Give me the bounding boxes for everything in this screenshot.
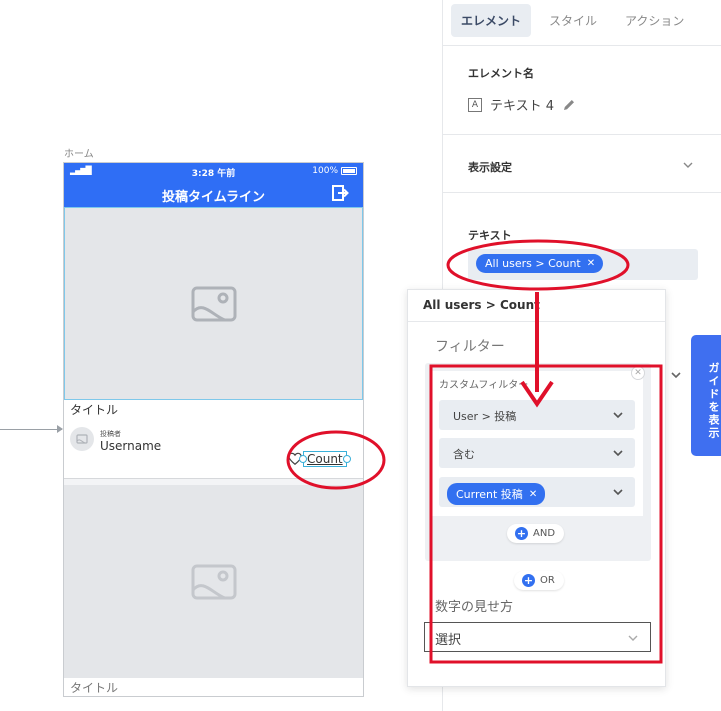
- tab-element[interactable]: エレメント: [451, 4, 532, 37]
- plus-icon: +: [515, 527, 528, 540]
- avatar: [70, 427, 94, 451]
- image-placeholder-icon: [76, 434, 88, 444]
- post-title: タイトル: [70, 403, 119, 417]
- count-text-selected[interactable]: Count: [299, 451, 351, 467]
- post-image[interactable]: [64, 485, 363, 678]
- image-placeholder-icon: [191, 286, 236, 321]
- chevron-down-icon[interactable]: [671, 370, 681, 380]
- filter-operator-dropdown[interactable]: 含む: [439, 438, 635, 468]
- post-image[interactable]: [64, 207, 363, 400]
- close-icon[interactable]: ✕: [587, 258, 595, 269]
- tab-action[interactable]: アクション: [615, 4, 694, 37]
- poster-label: 投稿者: [100, 430, 121, 438]
- connector-arrow: [0, 425, 63, 433]
- poster-name: Username: [100, 439, 162, 453]
- number-format-label: 数字の見せ方: [435, 600, 514, 615]
- close-icon[interactable]: ✕: [529, 489, 537, 500]
- poster-row: 投稿者 Username: [70, 427, 161, 453]
- data-source-popup: All users > Count フィルター カスタムフィルター ✕ User…: [407, 289, 666, 687]
- show-guide-button[interactable]: ガイドを表示: [691, 335, 721, 456]
- plus-icon: +: [522, 574, 535, 587]
- pencil-icon[interactable]: [562, 98, 576, 112]
- like-row: Count: [288, 451, 351, 467]
- tab-style[interactable]: スタイル: [539, 4, 607, 37]
- divider: [443, 45, 721, 46]
- close-icon[interactable]: ✕: [631, 366, 645, 380]
- add-or-button[interactable]: + OR: [514, 571, 564, 590]
- filter-value-field[interactable]: Current 投稿 ✕: [439, 477, 635, 507]
- or-label: OR: [540, 575, 555, 586]
- nav-title: 投稿タイムライン: [161, 190, 266, 205]
- dropdown-value: User > 投稿: [453, 410, 517, 423]
- custom-filter-label: カスタムフィルター: [439, 380, 529, 391]
- resize-handle-left[interactable]: [299, 455, 307, 463]
- phone-screen[interactable]: ▂▄▆█ 3:28 午前 100% 投稿タイムライン タイトル 投稿者 User…: [63, 162, 364, 697]
- chevron-down-icon: [613, 412, 623, 419]
- chip-label: All users > Count: [485, 257, 581, 270]
- number-format-select[interactable]: 選択: [424, 622, 651, 652]
- element-name-label: エレメント名: [468, 67, 534, 80]
- battery-icon: [341, 167, 357, 175]
- text-data-chip[interactable]: All users > Count ✕: [476, 254, 604, 273]
- divider: [408, 321, 665, 322]
- battery-percent: 100%: [312, 166, 338, 176]
- popup-title: All users > Count: [423, 298, 540, 312]
- count-text: Count: [307, 452, 343, 466]
- logout-icon[interactable]: [331, 184, 349, 202]
- editor-canvas[interactable]: ホーム ▂▄▆█ 3:28 午前 100% 投稿タイムライン タイトル 投稿者 …: [0, 0, 442, 711]
- value-chip[interactable]: Current 投稿 ✕: [447, 483, 546, 505]
- nav-bar: 投稿タイムライン: [64, 180, 363, 207]
- divider: [443, 134, 721, 135]
- screen-label: ホーム: [64, 149, 94, 160]
- chip-label: Current 投稿: [456, 488, 523, 501]
- text-content-field[interactable]: All users > Count ✕: [468, 249, 698, 280]
- element-name: テキスト 4: [490, 99, 555, 114]
- chevron-down-icon: [628, 635, 638, 641]
- panel-tabs: エレメント スタイル アクション: [451, 4, 694, 37]
- chevron-down-icon: [613, 489, 623, 496]
- filter-field-dropdown[interactable]: User > 投稿: [439, 400, 635, 430]
- add-and-button[interactable]: + AND: [507, 524, 565, 543]
- select-value: 選択: [435, 633, 462, 648]
- filter-label: フィルター: [435, 339, 505, 355]
- battery-status: 100%: [312, 166, 357, 176]
- chevron-down-icon[interactable]: [683, 160, 693, 170]
- post-card[interactable]: タイトル 投稿者 Username Count: [64, 207, 363, 479]
- dropdown-value: 含む: [453, 448, 475, 461]
- element-name-row[interactable]: A テキスト 4: [468, 95, 576, 114]
- text-label: テキスト: [468, 229, 512, 242]
- image-placeholder-icon: [191, 564, 236, 599]
- display-settings-label[interactable]: 表示設定: [468, 159, 512, 175]
- resize-handle-right[interactable]: [342, 455, 351, 463]
- and-label: AND: [533, 528, 556, 539]
- text-type-icon: A: [468, 97, 482, 112]
- post-card[interactable]: タイトル: [64, 485, 363, 696]
- divider: [443, 192, 721, 193]
- status-bar: ▂▄▆█ 3:28 午前 100%: [64, 163, 363, 180]
- chevron-down-icon: [613, 450, 623, 457]
- post-title: タイトル: [70, 681, 119, 695]
